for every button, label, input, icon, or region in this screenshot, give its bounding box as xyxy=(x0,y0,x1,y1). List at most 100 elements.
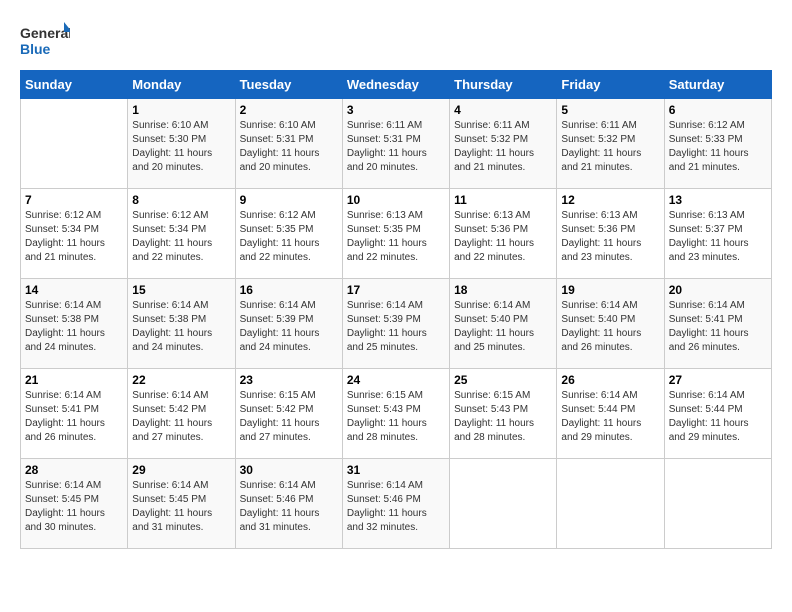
logo-svg: General Blue xyxy=(20,20,70,60)
day-number: 19 xyxy=(561,283,659,297)
day-info: Sunrise: 6:13 AMSunset: 5:37 PMDaylight:… xyxy=(669,209,767,265)
day-number: 4 xyxy=(454,103,552,117)
day-info: Sunrise: 6:14 AMSunset: 5:42 PMDaylight:… xyxy=(132,389,230,445)
page-header: General Blue xyxy=(20,20,772,60)
calendar-cell: 30Sunrise: 6:14 AMSunset: 5:46 PMDayligh… xyxy=(235,459,342,549)
day-number: 23 xyxy=(240,373,338,387)
calendar-cell: 21 Sunrise: 6:14 AMSunset: 5:41 PMDayligh… xyxy=(21,369,128,459)
calendar-cell: 10Sunrise: 6:13 AMSunset: 5:35 PMDayligh… xyxy=(342,189,449,279)
calendar-cell: 19 Sunrise: 6:14 AMSunset: 5:40 PMDayligh… xyxy=(557,279,664,369)
calendar-cell: 6Sunrise: 6:12 AMSunset: 5:33 PMDaylight… xyxy=(664,99,771,189)
day-number: 3 xyxy=(347,103,445,117)
calendar-cell: 20Sunrise: 6:14 AMSunset: 5:41 PMDayligh… xyxy=(664,279,771,369)
day-info: Sunrise: 6:14 AMSunset: 5:40 PMDaylight:… xyxy=(561,299,659,355)
calendar-cell: 15 Sunrise: 6:14 AMSunset: 5:38 PMDayligh… xyxy=(128,279,235,369)
calendar-week-2: 7 Sunrise: 6:12 AMSunset: 5:34 PMDaylight… xyxy=(21,189,772,279)
day-number: 11 xyxy=(454,193,552,207)
calendar-cell: 8Sunrise: 6:12 AMSunset: 5:34 PMDaylight… xyxy=(128,189,235,279)
calendar-cell: 13 Sunrise: 6:13 AMSunset: 5:37 PMDayligh… xyxy=(664,189,771,279)
svg-text:General: General xyxy=(20,25,70,41)
calendar-week-4: 21 Sunrise: 6:14 AMSunset: 5:41 PMDayligh… xyxy=(21,369,772,459)
day-number: 27 xyxy=(669,373,767,387)
day-info: Sunrise: 6:14 AMSunset: 5:38 PMDaylight:… xyxy=(25,299,123,355)
calendar-cell: 25Sunrise: 6:15 AMSunset: 5:43 PMDayligh… xyxy=(450,369,557,459)
day-info: Sunrise: 6:15 AMSunset: 5:43 PMDaylight:… xyxy=(347,389,445,445)
day-number: 9 xyxy=(240,193,338,207)
calendar-cell: 4 Sunrise: 6:11 AMSunset: 5:32 PMDaylight… xyxy=(450,99,557,189)
calendar-cell: 17 Sunrise: 6:14 AMSunset: 5:39 PMDayligh… xyxy=(342,279,449,369)
calendar-cell: 5Sunrise: 6:11 AMSunset: 5:32 PMDaylight… xyxy=(557,99,664,189)
dow-header-thursday: Thursday xyxy=(450,71,557,99)
day-info: Sunrise: 6:14 AMSunset: 5:38 PMDaylight:… xyxy=(132,299,230,355)
day-number: 21 xyxy=(25,373,123,387)
day-number: 15 xyxy=(132,283,230,297)
day-info: Sunrise: 6:10 AMSunset: 5:31 PMDaylight:… xyxy=(240,119,338,175)
calendar-cell xyxy=(557,459,664,549)
day-number: 29 xyxy=(132,463,230,477)
day-info: Sunrise: 6:12 AMSunset: 5:35 PMDaylight:… xyxy=(240,209,338,265)
day-info: Sunrise: 6:11 AMSunset: 5:31 PMDaylight:… xyxy=(347,119,445,175)
calendar-week-3: 14 Sunrise: 6:14 AMSunset: 5:38 PMDayligh… xyxy=(21,279,772,369)
day-number: 14 xyxy=(25,283,123,297)
day-number: 16 xyxy=(240,283,338,297)
day-info: Sunrise: 6:14 AMSunset: 5:39 PMDaylight:… xyxy=(240,299,338,355)
calendar-cell xyxy=(450,459,557,549)
calendar-cell: 16 Sunrise: 6:14 AMSunset: 5:39 PMDayligh… xyxy=(235,279,342,369)
day-info: Sunrise: 6:13 AMSunset: 5:35 PMDaylight:… xyxy=(347,209,445,265)
calendar-cell: 2 Sunrise: 6:10 AMSunset: 5:31 PMDaylight… xyxy=(235,99,342,189)
day-info: Sunrise: 6:14 AMSunset: 5:44 PMDaylight:… xyxy=(561,389,659,445)
calendar-cell: 18 Sunrise: 6:14 AMSunset: 5:40 PMDayligh… xyxy=(450,279,557,369)
day-number: 25 xyxy=(454,373,552,387)
calendar-cell: 11 Sunrise: 6:13 AMSunset: 5:36 PMDayligh… xyxy=(450,189,557,279)
calendar-week-1: 1Sunrise: 6:10 AMSunset: 5:30 PMDaylight… xyxy=(21,99,772,189)
dow-header-sunday: Sunday xyxy=(21,71,128,99)
day-info: Sunrise: 6:12 AMSunset: 5:34 PMDaylight:… xyxy=(25,209,123,265)
day-info: Sunrise: 6:13 AMSunset: 5:36 PMDaylight:… xyxy=(454,209,552,265)
day-number: 2 xyxy=(240,103,338,117)
day-info: Sunrise: 6:14 AMSunset: 5:45 PMDaylight:… xyxy=(25,479,123,535)
dow-header-saturday: Saturday xyxy=(664,71,771,99)
calendar-cell: 12Sunrise: 6:13 AMSunset: 5:36 PMDayligh… xyxy=(557,189,664,279)
calendar-cell xyxy=(664,459,771,549)
calendar-cell: 3 Sunrise: 6:11 AMSunset: 5:31 PMDaylight… xyxy=(342,99,449,189)
day-info: Sunrise: 6:10 AMSunset: 5:30 PMDaylight:… xyxy=(132,119,230,175)
calendar-cell: 7 Sunrise: 6:12 AMSunset: 5:34 PMDaylight… xyxy=(21,189,128,279)
day-info: Sunrise: 6:11 AMSunset: 5:32 PMDaylight:… xyxy=(454,119,552,175)
day-info: Sunrise: 6:14 AMSunset: 5:44 PMDaylight:… xyxy=(669,389,767,445)
calendar-week-5: 28Sunrise: 6:14 AMSunset: 5:45 PMDayligh… xyxy=(21,459,772,549)
svg-text:Blue: Blue xyxy=(20,41,51,57)
day-info: Sunrise: 6:15 AMSunset: 5:42 PMDaylight:… xyxy=(240,389,338,445)
day-info: Sunrise: 6:14 AMSunset: 5:45 PMDaylight:… xyxy=(132,479,230,535)
day-info: Sunrise: 6:12 AMSunset: 5:33 PMDaylight:… xyxy=(669,119,767,175)
calendar-cell: 23 Sunrise: 6:15 AMSunset: 5:42 PMDayligh… xyxy=(235,369,342,459)
calendar-cell: 28Sunrise: 6:14 AMSunset: 5:45 PMDayligh… xyxy=(21,459,128,549)
day-info: Sunrise: 6:14 AMSunset: 5:39 PMDaylight:… xyxy=(347,299,445,355)
day-number: 12 xyxy=(561,193,659,207)
dow-header-monday: Monday xyxy=(128,71,235,99)
day-number: 13 xyxy=(669,193,767,207)
calendar-cell: 14 Sunrise: 6:14 AMSunset: 5:38 PMDayligh… xyxy=(21,279,128,369)
calendar-cell xyxy=(21,99,128,189)
logo: General Blue xyxy=(20,20,70,60)
dow-header-tuesday: Tuesday xyxy=(235,71,342,99)
calendar-cell: 27 Sunrise: 6:14 AMSunset: 5:44 PMDayligh… xyxy=(664,369,771,459)
day-number: 8 xyxy=(132,193,230,207)
calendar-cell: 24Sunrise: 6:15 AMSunset: 5:43 PMDayligh… xyxy=(342,369,449,459)
day-info: Sunrise: 6:14 AMSunset: 5:46 PMDaylight:… xyxy=(240,479,338,535)
day-number: 7 xyxy=(25,193,123,207)
day-info: Sunrise: 6:14 AMSunset: 5:41 PMDaylight:… xyxy=(25,389,123,445)
day-info: Sunrise: 6:14 AMSunset: 5:40 PMDaylight:… xyxy=(454,299,552,355)
calendar-cell: 22 Sunrise: 6:14 AMSunset: 5:42 PMDayligh… xyxy=(128,369,235,459)
day-number: 5 xyxy=(561,103,659,117)
calendar-cell: 31 Sunrise: 6:14 AMSunset: 5:46 PMDayligh… xyxy=(342,459,449,549)
day-number: 18 xyxy=(454,283,552,297)
day-number: 22 xyxy=(132,373,230,387)
day-number: 17 xyxy=(347,283,445,297)
dow-header-friday: Friday xyxy=(557,71,664,99)
day-number: 31 xyxy=(347,463,445,477)
calendar-cell: 1Sunrise: 6:10 AMSunset: 5:30 PMDaylight… xyxy=(128,99,235,189)
day-number: 26 xyxy=(561,373,659,387)
calendar-cell: 26 Sunrise: 6:14 AMSunset: 5:44 PMDayligh… xyxy=(557,369,664,459)
calendar-cell: 9 Sunrise: 6:12 AMSunset: 5:35 PMDaylight… xyxy=(235,189,342,279)
day-info: Sunrise: 6:14 AMSunset: 5:46 PMDaylight:… xyxy=(347,479,445,535)
